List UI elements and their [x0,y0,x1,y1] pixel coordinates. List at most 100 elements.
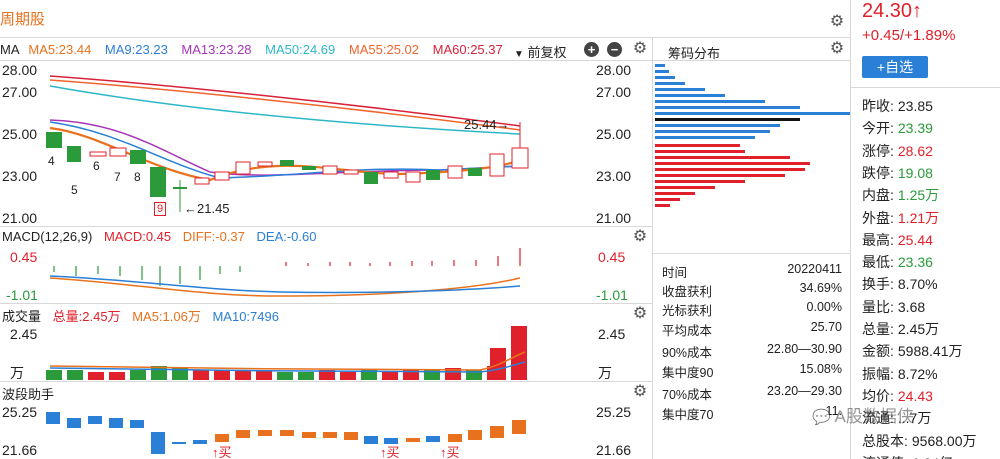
price-tick: 23.00 [596,168,632,184]
candle [109,147,127,157]
stat-value: 5988.41万 [897,343,963,360]
candle [257,161,273,167]
candle [302,166,316,170]
stat-label: 跌停: [862,164,894,181]
stat-label: 内盘: [862,187,894,204]
stat-value: 8.70% [897,276,938,293]
candlestick-chart[interactable] [40,62,595,222]
volume-unit: 万 [598,365,612,381]
stat-label: 最高: [862,231,894,248]
stat-label: 总股本: [862,432,908,449]
candle [511,147,529,169]
chip-row: 集中度90 15.08% [662,362,842,380]
ma60-value: MA60:25.37 [432,42,503,57]
zoom-out-icon[interactable]: − [607,42,622,57]
stat-label: 金额: [862,343,894,360]
stat-value: 9568.00万 [911,432,977,449]
wave-divider [0,381,652,382]
candle [426,170,440,180]
gear-icon[interactable]: ⚙ [632,229,648,245]
ma9-value: MA9:23.23 [104,42,168,57]
stat-value: 25.44 [897,231,933,248]
period-tab[interactable]: 周期股 [0,8,45,29]
buy-signal: ↑买 [212,445,232,459]
stat-label: 今开: [862,120,894,137]
chip-row: 平均成本 25.70 [662,320,842,338]
volume-top-tick: 2.45 [10,326,38,342]
ma50-value: MA50:24.69 [265,42,336,57]
stat-value: 28.62 [897,142,933,159]
stat-row: 总股本: 9568.00万 [862,431,977,451]
candle [150,167,166,197]
stat-row: 最低: 23.36 [862,252,933,272]
candle [489,153,505,177]
stat-label: 最低: [862,254,894,271]
ma60-line [49,75,521,127]
stat-value: 1.25万 [897,187,940,204]
candle [67,146,81,162]
count-label: 9 [154,202,167,216]
stat-value: 23.39 [897,120,933,137]
price-tick: 25.00 [2,126,38,142]
dea-value: DEA:-0.60 [256,229,317,244]
candle [447,165,463,179]
wechat-icon: 💬 [812,409,831,426]
count-label: 4 [48,154,55,168]
stat-row: 金额: 5988.41万 [862,341,963,361]
ma5-value: MA5:23.44 [28,42,92,57]
macd-bottom-tick: -1.01 [596,287,628,303]
stat-row: 内盘: 1.25万 [862,185,939,205]
price-tick: 25.00 [596,126,632,142]
ma13-value: MA13:23.28 [181,42,252,57]
stat-row: 外盘: 1.21万 [862,208,939,228]
candle [214,171,230,181]
candle [173,187,187,189]
gear-icon[interactable]: ⚙ [632,384,648,400]
current-price: 24.30↑ [862,0,923,22]
volume-unit: 万 [10,365,24,381]
macd-title: MACD(12,26,9) [2,229,93,244]
top-divider [0,37,850,38]
quote-divider [851,87,1000,88]
candle [468,168,482,176]
price-tick: 21.00 [2,210,38,226]
candle [235,161,251,175]
buy-signal: ↑买 [380,445,400,459]
wave-bottom-tick: 21.66 [2,442,38,458]
chip-row: 90%成本 22.80—30.90 [662,342,842,360]
stat-row: 总量: 2.45万 [862,319,939,339]
price-change: +0.45/+1.89% [862,27,956,44]
chip-row: 光标获利 0.00% [662,300,842,318]
gear-icon[interactable]: ⚙ [829,41,845,57]
buy-signal: ↑买 [440,445,460,459]
macd-top-tick: 0.45 [598,249,626,265]
volume-title: 成交量 [2,309,42,324]
adjust-dropdown[interactable]: ▼ 前复权 [514,42,567,61]
chip-distribution-chart [655,64,850,207]
stat-label: 总量: [862,321,894,337]
candle [280,160,294,166]
panel-divider [850,0,851,459]
gear-icon[interactable]: ⚙ [829,14,845,30]
chip-row: 时间 20220411 [662,262,842,280]
stat-row: 昨收: 23.85 [862,96,933,116]
stat-label: 外盘: [862,209,894,226]
low-annotation: ←21.45 [184,201,230,216]
price-tick: 27.00 [2,84,38,100]
gear-icon[interactable]: ⚙ [632,306,648,322]
ma55-line [49,79,521,131]
stat-row: 流通值: 6.84亿 [862,453,953,459]
add-watchlist-button[interactable]: +自选 [862,56,928,78]
price-tick: 23.00 [2,168,38,184]
stat-label: 量比: [862,298,894,315]
adjust-label: 前复权 [527,45,567,60]
wave-bottom-tick: 21.66 [596,442,632,458]
volume-divider [0,303,652,304]
candle-bodies [46,122,529,212]
candle [364,172,378,184]
zoom-in-icon[interactable]: + [584,42,599,57]
gear-icon[interactable]: ⚙ [632,41,648,57]
stat-value: 1.21万 [897,209,940,226]
price-tick: 27.00 [596,84,632,100]
stat-row: 涨停: 28.62 [862,141,933,161]
